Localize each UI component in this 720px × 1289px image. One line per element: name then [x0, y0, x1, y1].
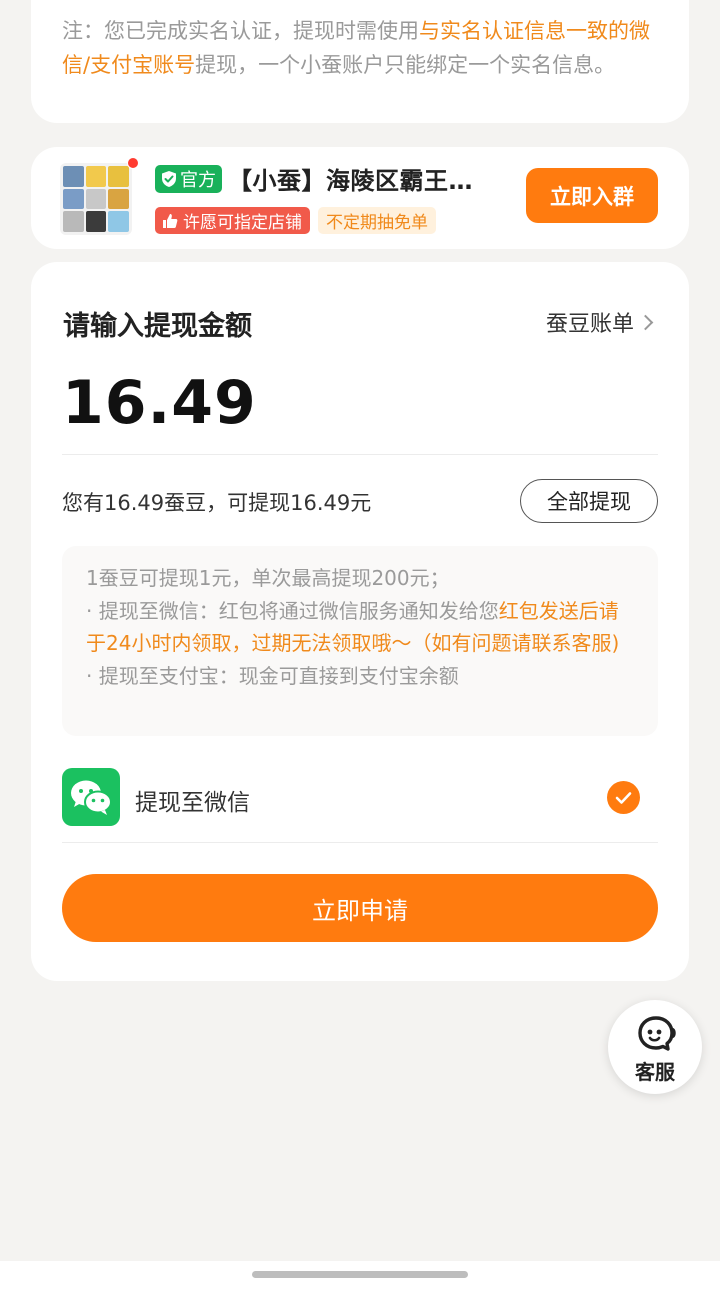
- group-avatar: [60, 163, 132, 235]
- bean-bill-link[interactable]: 蚕豆账单: [545, 306, 654, 338]
- group-member-avatar: [85, 188, 107, 210]
- withdraw-card: 请输入提现金额 蚕豆账单 16.49 您有16.49蚕豆，可提现16.49元 全…: [31, 262, 689, 981]
- group-tags: 许愿可指定店铺 不定期抽免单: [155, 207, 436, 234]
- official-badge: 官方: [155, 164, 222, 193]
- withdraw-title: 请输入提现金额: [63, 311, 252, 342]
- rule-line-wechat: · 提现至微信：红包将通过微信服务通知发给您红包发送后请于24小时内领取，过期无…: [86, 598, 620, 656]
- customer-service-label: 客服: [635, 1060, 675, 1084]
- unread-dot: [127, 157, 139, 169]
- withdraw-method-wechat[interactable]: 提现至微信: [62, 768, 658, 826]
- rule-line-rate: 1蚕豆可提现1元，单次最高提现200元；: [86, 566, 450, 590]
- bean-bill-label: 蚕豆账单: [545, 312, 634, 337]
- withdraw-rules-box: 1蚕豆可提现1元，单次最高提现200元； · 提现至微信：红包将通过微信服务通知…: [62, 546, 658, 736]
- apply-withdraw-button[interactable]: 立即申请: [62, 874, 658, 942]
- home-indicator[interactable]: [252, 1271, 468, 1278]
- join-group-button[interactable]: 立即入群: [526, 168, 658, 223]
- amount-input[interactable]: 16.49: [62, 368, 257, 438]
- group-member-avatar: [108, 166, 129, 187]
- group-member-avatar: [63, 166, 84, 187]
- group-member-avatar: [108, 188, 129, 210]
- group-member-avatar: [85, 166, 107, 187]
- group-title-row: 官方 【小蚕】海陵区霸王…: [155, 161, 473, 196]
- shield-check-icon: [162, 170, 176, 187]
- group-promo-card[interactable]: 官方 【小蚕】海陵区霸王… 许愿可指定店铺 不定期抽免单 立即入群: [31, 147, 689, 249]
- withdraw-all-button[interactable]: 全部提现: [520, 479, 658, 523]
- balance-text: 您有16.49蚕豆，可提现16.49元: [62, 491, 372, 515]
- group-name: 【小蚕】海陵区霸王…: [228, 167, 473, 195]
- group-member-avatar: [63, 211, 84, 232]
- wish-tag: 许愿可指定店铺: [155, 207, 310, 234]
- thumbs-up-icon: [163, 213, 178, 228]
- headset-face-icon: [638, 1016, 676, 1051]
- chevron-right-icon: [637, 314, 654, 330]
- wechat-method-label: 提现至微信: [135, 790, 250, 816]
- real-name-notice-card: 注：您已完成实名认证，提现时需使用与实名认证信息一致的微信/支付宝账号提现，一个…: [31, 0, 689, 123]
- method-divider: [62, 842, 658, 843]
- group-member-avatar: [63, 188, 84, 210]
- group-member-avatar: [108, 211, 129, 232]
- amount-divider: [62, 454, 658, 455]
- wechat-icon: [62, 768, 120, 826]
- group-member-avatar: [85, 211, 107, 232]
- customer-service-button[interactable]: 客服: [608, 1000, 702, 1094]
- rule-line-alipay: · 提现至支付宝：现金可直接到支付宝余额: [86, 663, 459, 688]
- lottery-tag: 不定期抽免单: [318, 207, 436, 234]
- real-name-notice: 注：您已完成实名认证，提现时需使用与实名认证信息一致的微信/支付宝账号提现，一个…: [62, 19, 650, 77]
- checkmark-icon[interactable]: [607, 781, 640, 814]
- system-nav-bar: [0, 1261, 720, 1289]
